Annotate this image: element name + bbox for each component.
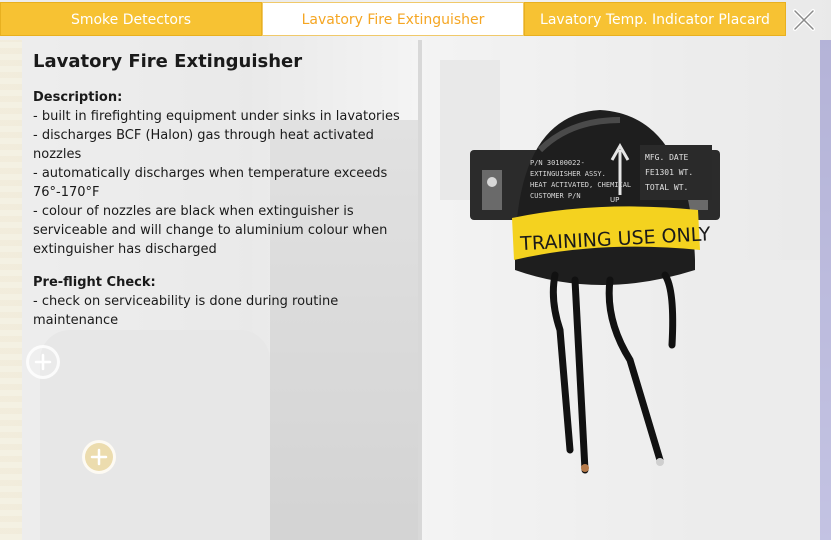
tab-bar: Smoke Detectors Lavatory Fire Extinguish… (0, 0, 831, 40)
label-total-wt: TOTAL WT. (645, 183, 688, 192)
fire-extinguisher-image: MFG. DATE FE1301 WT. TOTAL WT. UP P/N 30… (470, 110, 720, 474)
label-mfg-date: MFG. DATE (645, 153, 689, 162)
preflight-label: Pre-flight Check: (33, 275, 156, 290)
description-line: - built in firefighting equipment under … (33, 109, 400, 124)
plus-icon (90, 448, 108, 466)
label-line: EXTINGUISHER ASSY. (530, 170, 606, 178)
page-title: Lavatory Fire Extinguisher (33, 51, 303, 72)
label-fe1301-wt: FE1301 WT. (645, 168, 693, 177)
description-line: - automatically discharges when temperat… (33, 166, 388, 200)
description-section: Description: - built in firefighting equ… (33, 88, 413, 259)
preflight-line: - check on serviceability is done during… (33, 294, 339, 328)
info-panel: Lavatory Fire Extinguisher Description: … (33, 50, 413, 344)
hotspot-button[interactable] (82, 440, 116, 474)
close-icon (793, 9, 815, 31)
preflight-section: Pre-flight Check: - check on serviceabil… (33, 273, 413, 330)
description-line: - discharges BCF (Halon) gas through hea… (33, 128, 374, 162)
tab-lavatory-temp-indicator-placard[interactable]: Lavatory Temp. Indicator Placard (524, 2, 786, 36)
tab-lavatory-fire-extinguisher[interactable]: Lavatory Fire Extinguisher (262, 2, 524, 36)
hotspot-button[interactable] (26, 345, 60, 379)
label-line: HEAT ACTIVATED, CHEMICAL (530, 181, 631, 189)
description-label: Description: (33, 90, 123, 105)
label-line: P/N 30100022- (530, 159, 585, 167)
arrow-up-text: UP (610, 196, 619, 204)
tab-smoke-detectors[interactable]: Smoke Detectors (0, 2, 262, 36)
description-line: - colour of nozzles are black when extin… (33, 204, 388, 257)
close-button[interactable] (790, 6, 818, 34)
plus-icon (34, 353, 52, 371)
label-line: CUSTOMER P/N (530, 192, 581, 200)
